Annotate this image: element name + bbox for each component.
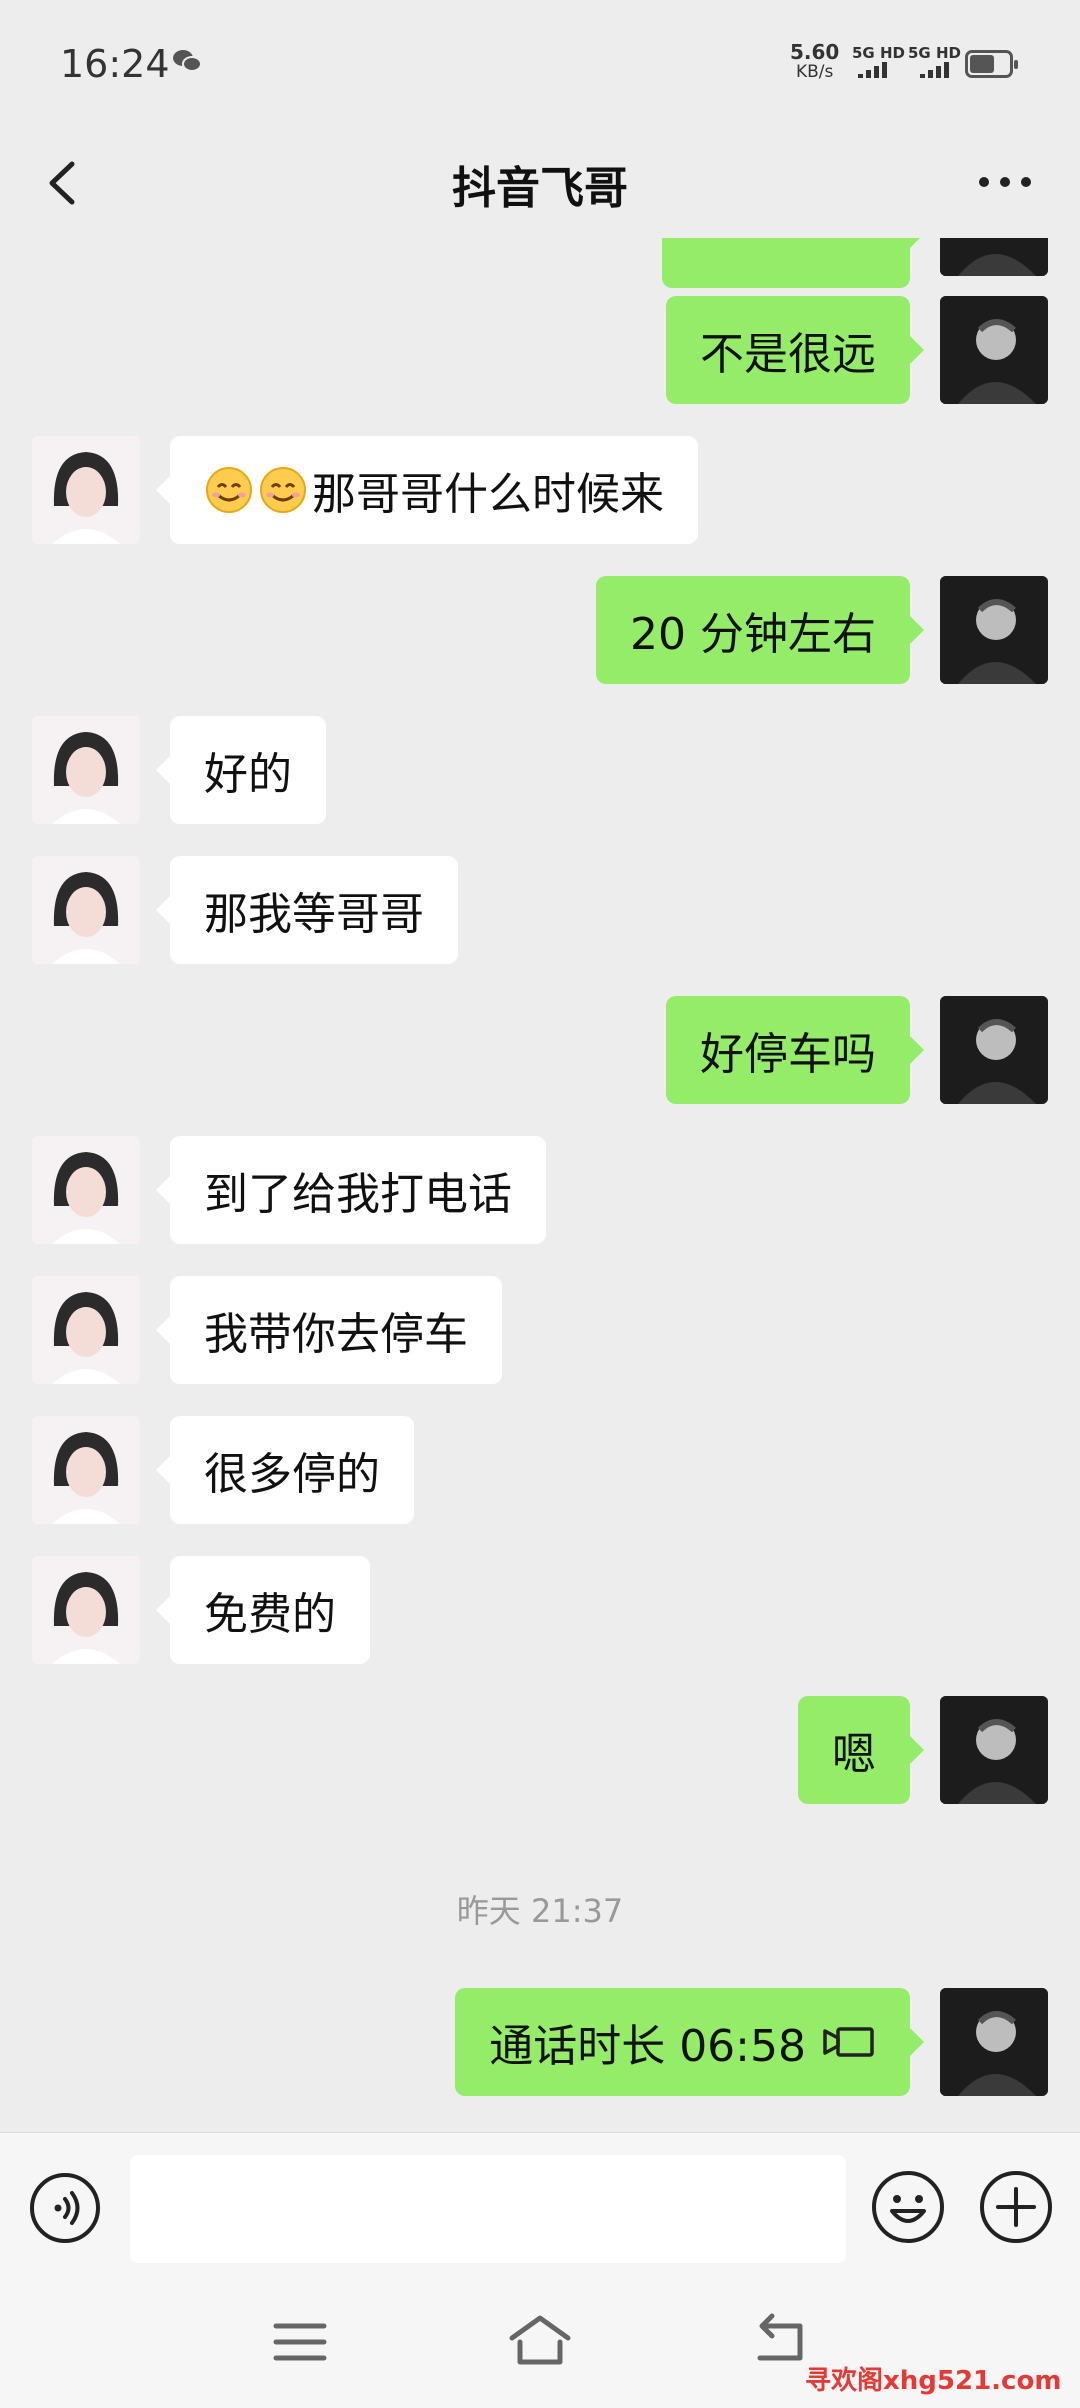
net-speed: 5.60 KB/s xyxy=(790,42,839,82)
smile-emoji xyxy=(260,467,306,513)
status-bar: 16:24 5.60 KB/s 5G HD 5G HD xyxy=(0,0,1080,128)
message-timestamp: 昨天 21:37 xyxy=(456,1892,624,1930)
call-duration-text: 通话时长 06:58 xyxy=(489,2021,806,2072)
home-icon[interactable] xyxy=(506,2312,574,2368)
message-bubble-partial xyxy=(662,238,924,288)
contact-avatar[interactable] xyxy=(32,1136,140,1244)
message-text: 那哥哥什么时候来 xyxy=(312,469,664,520)
message-bubble-contact[interactable]: 免费的 xyxy=(156,1556,370,1664)
sim1-label: 5G HD xyxy=(852,44,905,62)
message-bubble-contact[interactable]: 到了给我打电话 xyxy=(156,1136,546,1244)
smile-emoji xyxy=(206,467,252,513)
call-record-bubble[interactable]: 通话时长 06:58 xyxy=(455,1988,924,2096)
contact-avatar[interactable] xyxy=(32,436,140,544)
message-bubble-mine[interactable]: 嗯 xyxy=(798,1696,924,1804)
wechat-icon xyxy=(173,50,202,72)
contact-avatar[interactable] xyxy=(32,856,140,964)
status-time: 16:24 xyxy=(60,42,170,86)
watermark: 寻欢阁xhg521.com xyxy=(805,2366,1062,2396)
plus-icon[interactable] xyxy=(978,2169,1054,2245)
message-list[interactable]: 不是很远 那哥哥什么时候来 20 分钟左右 好的 那我等哥哥 好停车吗 到了给我… xyxy=(0,238,1080,2132)
my-avatar[interactable] xyxy=(940,296,1048,404)
video-call-icon xyxy=(823,2027,874,2057)
message-bubble-mine[interactable]: 好停车吗 xyxy=(666,996,924,1104)
battery-icon xyxy=(965,50,1018,78)
message-bubble-mine[interactable]: 20 分钟左右 xyxy=(596,576,924,684)
signal-icon xyxy=(920,62,949,78)
more-icon[interactable] xyxy=(970,152,1040,212)
net-speed-value: 5.60 xyxy=(790,40,840,64)
back-nav-icon[interactable] xyxy=(752,2312,812,2368)
chat-header: 抖音飞哥 xyxy=(0,128,1080,238)
message-bubble-contact[interactable]: 我带你去停车 xyxy=(156,1276,502,1384)
contact-avatar[interactable] xyxy=(32,716,140,824)
message-bubble-contact[interactable]: 那哥哥什么时候来 xyxy=(156,436,698,544)
chat-title: 抖音飞哥 xyxy=(452,163,628,214)
message-input[interactable] xyxy=(130,2155,846,2263)
menu-icon[interactable] xyxy=(270,2320,330,2364)
my-avatar[interactable] xyxy=(940,996,1048,1104)
message-bubble-contact[interactable]: 好的 xyxy=(156,716,326,824)
contact-avatar[interactable] xyxy=(32,1416,140,1524)
emoji-icon[interactable] xyxy=(870,2169,946,2245)
contact-avatar[interactable] xyxy=(32,1556,140,1664)
message-bubble-mine[interactable]: 不是很远 xyxy=(666,296,924,404)
sim2-label: 5G HD xyxy=(908,44,961,62)
net-speed-unit: KB/s xyxy=(795,62,834,82)
voice-icon[interactable] xyxy=(28,2171,102,2245)
message-bubble-contact[interactable]: 很多停的 xyxy=(156,1416,414,1524)
my-avatar[interactable] xyxy=(940,576,1048,684)
my-avatar[interactable] xyxy=(940,238,1048,276)
message-bubble-contact[interactable]: 那我等哥哥 xyxy=(156,856,458,964)
my-avatar[interactable] xyxy=(940,1696,1048,1804)
my-avatar[interactable] xyxy=(940,1988,1048,2096)
input-bar xyxy=(0,2132,1080,2273)
signal-icon xyxy=(858,62,887,78)
contact-avatar[interactable] xyxy=(32,1276,140,1384)
